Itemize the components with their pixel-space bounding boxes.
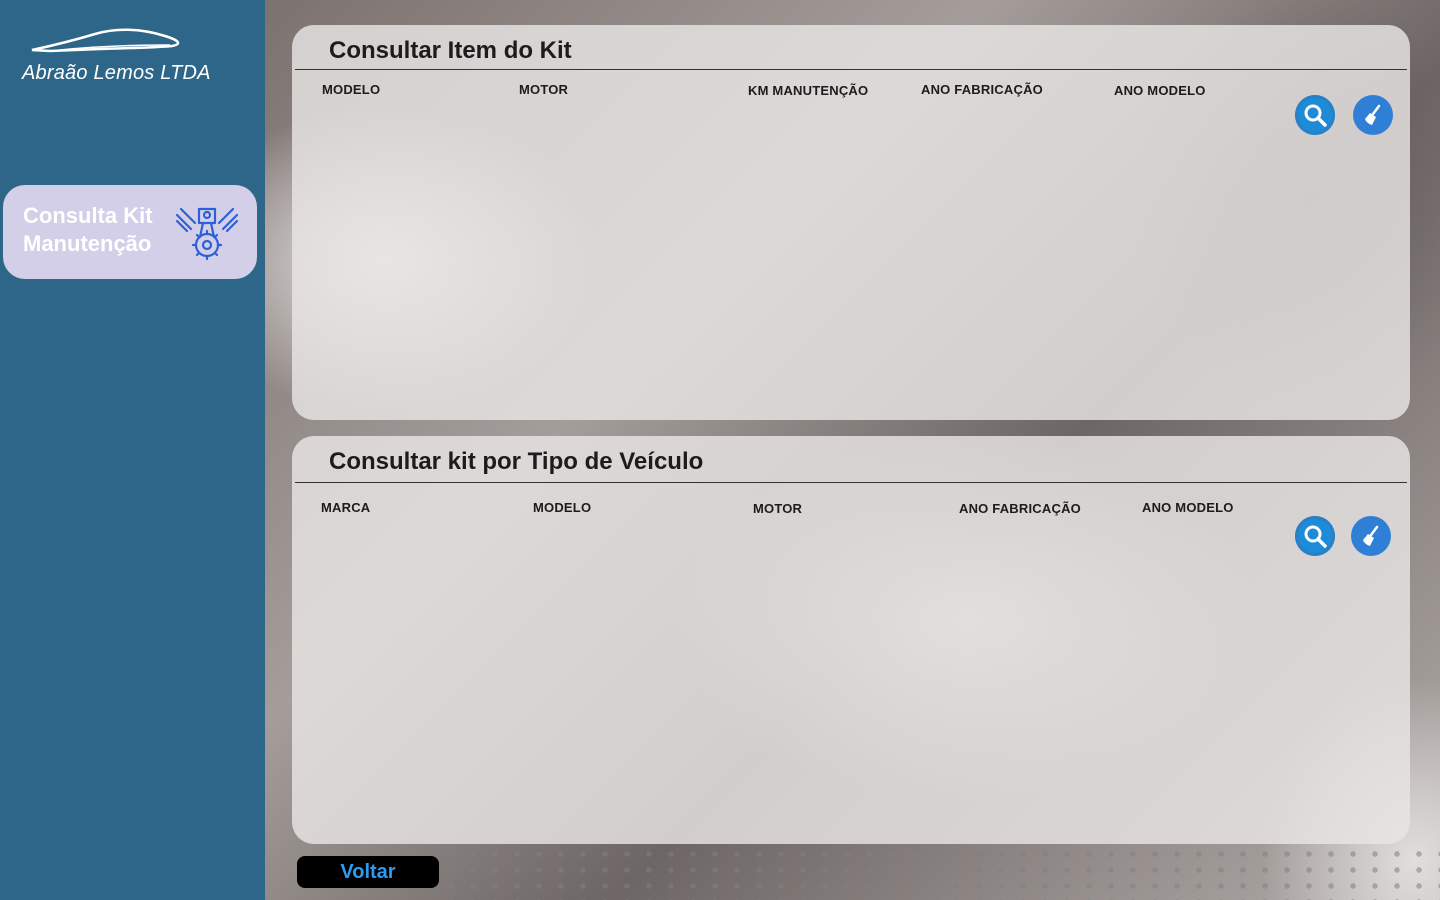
sidebar-item-consulta-kit[interactable]: Consulta Kit Manutenção — [3, 185, 257, 279]
search-button[interactable] — [1295, 516, 1335, 556]
column-header-motor: MOTOR — [753, 501, 803, 516]
clear-button[interactable] — [1353, 95, 1393, 135]
search-icon — [1304, 525, 1327, 548]
car-logo-icon — [31, 28, 180, 53]
search-icon — [1304, 104, 1327, 127]
column-header-ano-fabricacao: ANO FABRICAÇÃO — [921, 82, 1043, 97]
sidebar: Abraão Lemos LTDA Consulta Kit Manutençã… — [0, 0, 265, 900]
column-header-modelo: MODELO — [322, 82, 381, 97]
engine-icon — [175, 207, 239, 261]
panel-title: Consultar kit por Tipo de Veículo — [329, 448, 704, 475]
back-button[interactable]: Voltar — [297, 856, 439, 888]
brand-name: Abraão Lemos LTDA — [22, 62, 211, 84]
column-header-ano-modelo: ANO MODELO — [1142, 500, 1234, 515]
column-header-ano-fabricacao: ANO FABRICAÇÃO — [959, 501, 1081, 516]
sidebar-item-label: Consulta Kit Manutenção — [23, 203, 153, 256]
column-header-marca: MARCA — [321, 500, 371, 515]
broom-icon — [1363, 525, 1379, 546]
clear-button[interactable] — [1351, 516, 1391, 556]
column-header-km-manutencao: KM MANUTENÇÃO — [748, 83, 869, 98]
column-header-modelo: MODELO — [533, 500, 592, 515]
broom-icon — [1365, 104, 1381, 125]
panel-consultar-item-kit: Consultar Item do Kit MODELO MOTOR KM MA… — [292, 25, 1410, 420]
column-header-ano-modelo: ANO MODELO — [1114, 83, 1206, 98]
search-button[interactable] — [1295, 95, 1335, 135]
title-divider — [295, 482, 1407, 483]
title-divider — [295, 69, 1407, 70]
panel-consultar-kit-veiculo: Consultar kit por Tipo de Veículo MARCA … — [292, 436, 1410, 844]
brand-logo: Abraão Lemos LTDA — [20, 28, 245, 88]
decorative-dots — [440, 846, 1440, 900]
panel-title: Consultar Item do Kit — [329, 37, 572, 64]
column-header-motor: MOTOR — [519, 82, 569, 97]
